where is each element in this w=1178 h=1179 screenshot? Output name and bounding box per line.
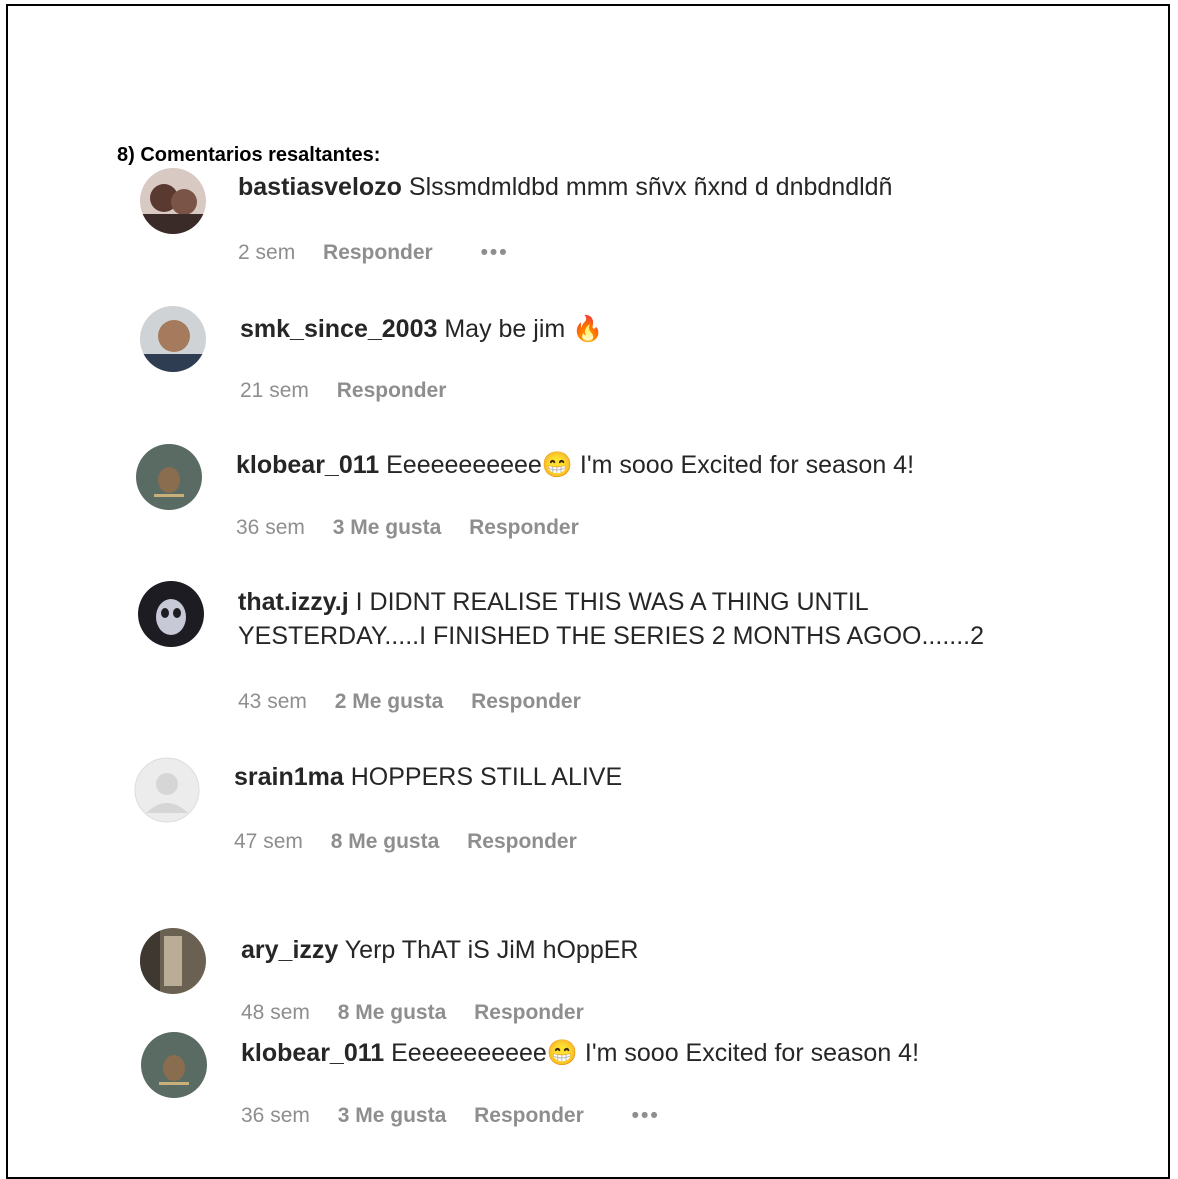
avatar[interactable]	[140, 306, 206, 372]
comment-time[interactable]: 36 sem	[236, 516, 305, 539]
like-count[interactable]: 3 Me gusta	[333, 516, 442, 539]
reply-button[interactable]: Responder	[467, 830, 577, 853]
comment-username[interactable]: smk_since_2003	[240, 315, 437, 343]
reply-button[interactable]: Responder	[471, 690, 581, 713]
reply-button[interactable]: Responder	[337, 379, 447, 402]
comment-text: Slssmdmldbd mmm sñvx ñxnd d dnbdndldñ	[408, 173, 893, 201]
avatar[interactable]	[140, 928, 206, 994]
like-count[interactable]: 2 Me gusta	[335, 690, 444, 713]
comment-time[interactable]: 47 sem	[234, 830, 303, 853]
comment-username[interactable]: klobear_011	[241, 1039, 384, 1067]
comment-username[interactable]: klobear_011	[236, 451, 379, 479]
avatar[interactable]	[141, 1032, 207, 1098]
like-count[interactable]: 8 Me gusta	[338, 1001, 447, 1024]
comment-time[interactable]: 43 sem	[238, 690, 307, 713]
comment-username[interactable]: that.izzy.j	[238, 588, 349, 616]
comment-text: May be jim 🔥	[444, 315, 604, 343]
section-heading: 8) Comentarios resaltantes:	[117, 144, 381, 166]
comment-text: Eeeeeeeeeee😁 I'm sooo Excited for season…	[391, 1039, 920, 1067]
comment-text: HOPPERS STILL ALIVE	[350, 763, 623, 791]
comment-text: Yerp ThAT iS JiM hOppER	[344, 936, 639, 964]
comment-text: Eeeeeeeeeee😁 I'm sooo Excited for season…	[386, 451, 915, 479]
comment-time[interactable]: 21 sem	[240, 379, 309, 402]
comment-time[interactable]: 48 sem	[241, 1001, 310, 1024]
reply-button[interactable]: Responder	[469, 516, 579, 539]
avatar[interactable]	[140, 168, 206, 234]
comment-username[interactable]: ary_izzy	[241, 936, 338, 964]
comment-time[interactable]: 2 sem	[238, 241, 295, 264]
more-options-icon[interactable]: •••	[632, 1104, 660, 1127]
avatar[interactable]	[138, 581, 204, 647]
like-count[interactable]: 3 Me gusta	[338, 1104, 447, 1127]
comment-username[interactable]: srain1ma	[234, 763, 344, 791]
more-options-icon[interactable]: •••	[481, 241, 509, 264]
avatar[interactable]	[134, 757, 200, 823]
avatar[interactable]	[136, 444, 202, 510]
like-count[interactable]: 8 Me gusta	[331, 830, 440, 853]
comment-text: I DIDNT REALISE THIS WAS A THING UNTIL Y…	[238, 588, 985, 650]
comment-time[interactable]: 36 sem	[241, 1104, 310, 1127]
reply-button[interactable]: Responder	[323, 241, 433, 264]
comment-username[interactable]: bastiasvelozo	[238, 173, 402, 201]
reply-button[interactable]: Responder	[474, 1104, 584, 1127]
reply-button[interactable]: Responder	[474, 1001, 584, 1024]
